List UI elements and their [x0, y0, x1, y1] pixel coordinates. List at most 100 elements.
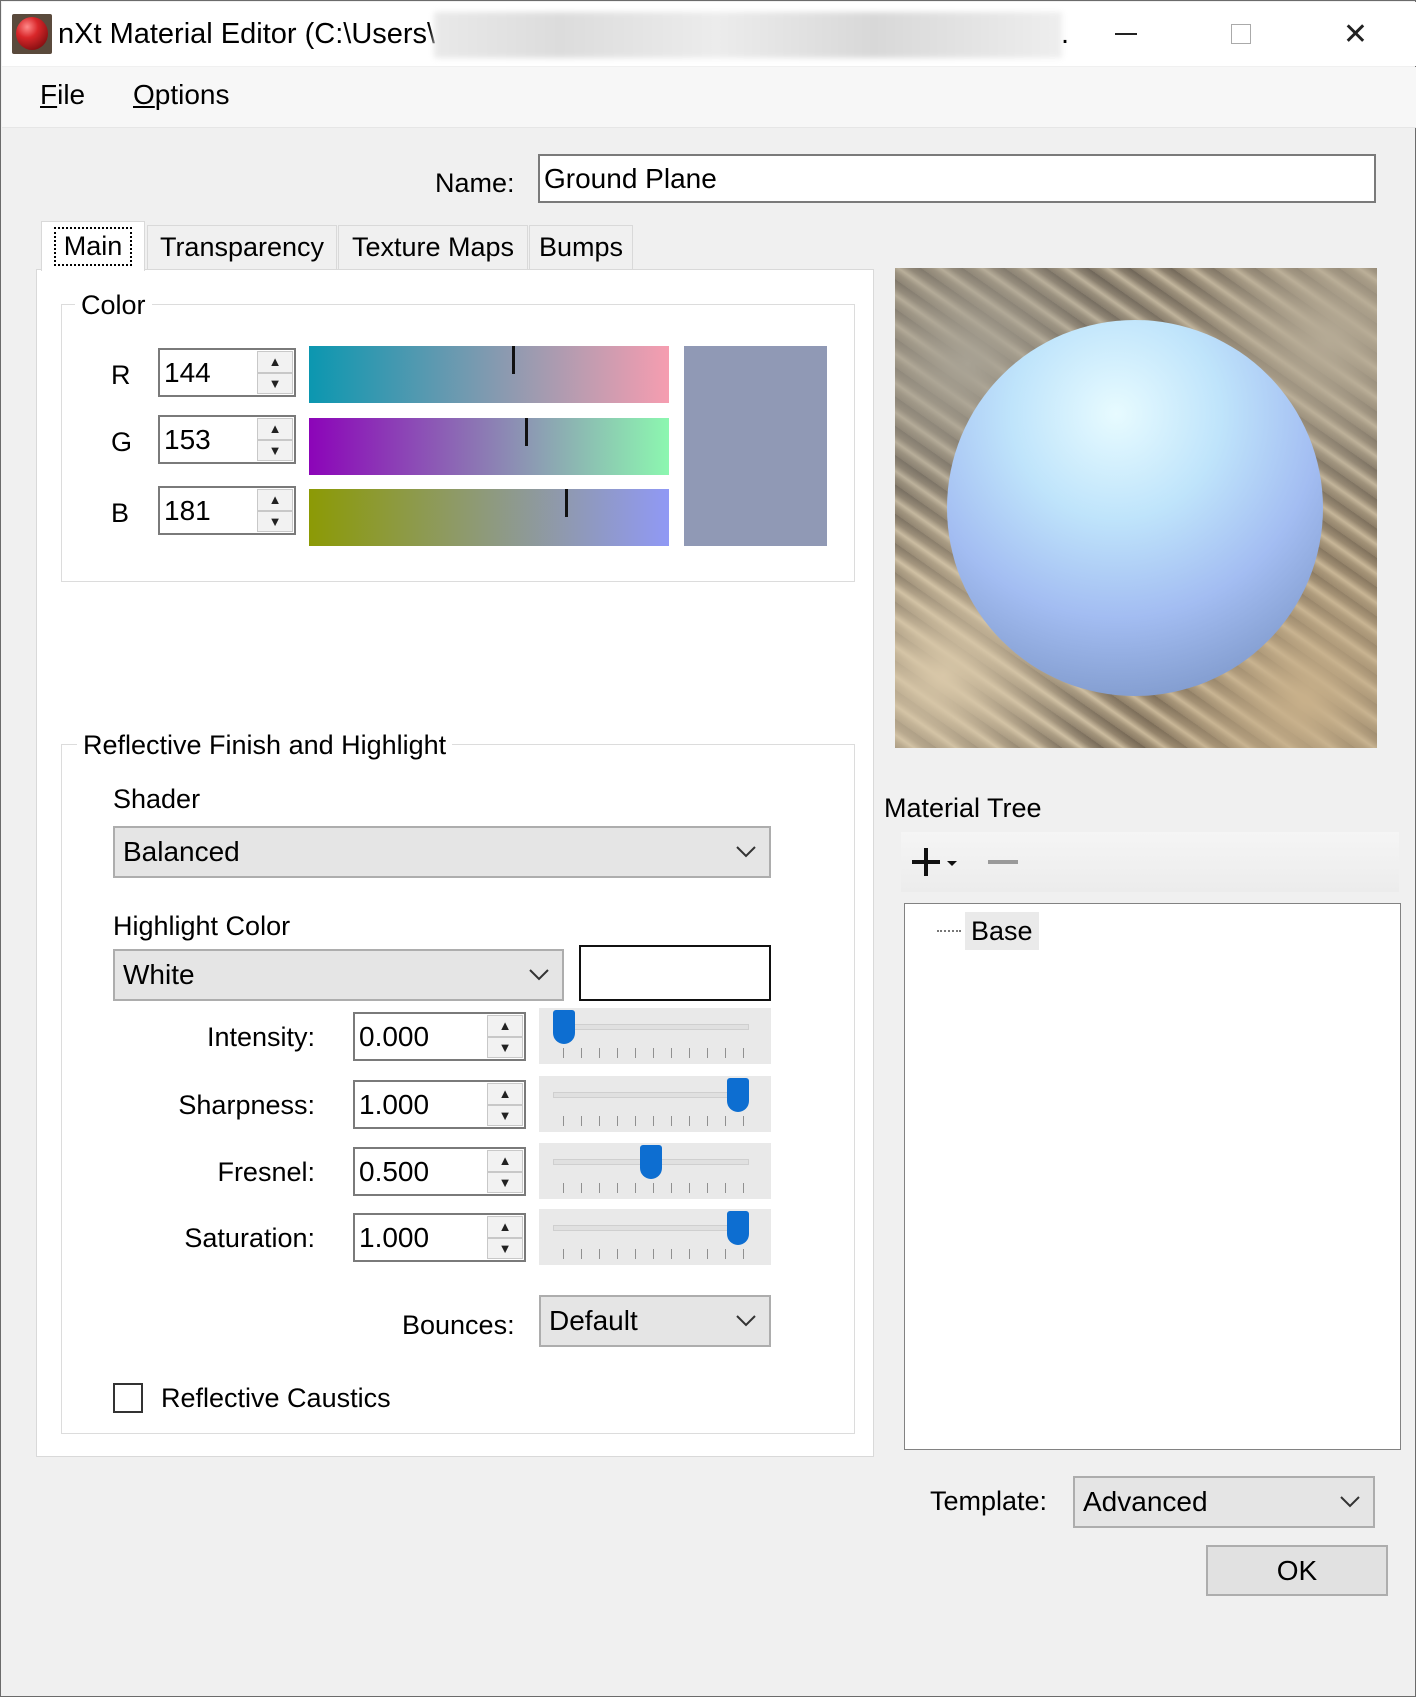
fresnel-ticks	[563, 1183, 759, 1193]
spin-down-icon[interactable]: ▼	[257, 510, 293, 532]
menu-options[interactable]: Options	[133, 79, 230, 111]
chevron-down-icon	[1339, 1478, 1361, 1526]
spin-down-icon[interactable]: ▼	[257, 372, 293, 394]
remove-layer-button[interactable]	[985, 842, 1021, 882]
intensity-track	[553, 1024, 749, 1030]
spin-down-icon[interactable]: ▼	[257, 439, 293, 461]
shader-dropdown[interactable]: Balanced	[113, 826, 771, 878]
spin-up-icon[interactable]: ▲	[257, 351, 293, 373]
b-spinner[interactable]: 181 ▲ ▼	[158, 486, 296, 535]
fresnel-slider[interactable]	[539, 1143, 771, 1199]
r-value: 144	[164, 356, 211, 388]
bounces-dropdown[interactable]: Default	[539, 1295, 771, 1347]
spin-down-icon[interactable]: ▼	[487, 1171, 523, 1193]
intensity-slider[interactable]	[539, 1008, 771, 1064]
main-tab-panel: Color R 144 ▲ ▼ G 153 ▲ ▼ B 181 ▲ ▼ Refl…	[36, 269, 874, 1457]
saturation-track	[553, 1225, 749, 1231]
r-marker[interactable]	[512, 346, 515, 374]
material-editor-window: nXt Material Editor (C:\Users\ . ✕ File …	[0, 0, 1416, 1697]
spin-up-icon[interactable]: ▲	[257, 418, 293, 440]
ok-button[interactable]: OK	[1206, 1545, 1388, 1596]
sharpness-spinner[interactable]: 1.000 ▲ ▼	[353, 1080, 526, 1129]
g-marker[interactable]	[525, 418, 528, 446]
shader-label: Shader	[113, 784, 201, 814]
reflective-caustics-checkbox[interactable]	[113, 1383, 143, 1413]
sharpness-ticks	[563, 1116, 759, 1126]
highlight-color-swatch[interactable]	[579, 945, 771, 1001]
color-group-title: Color	[75, 290, 152, 321]
r-spinner[interactable]: 144 ▲ ▼	[158, 348, 296, 397]
sharpness-track	[553, 1092, 749, 1098]
spin-down-icon[interactable]: ▼	[487, 1104, 523, 1126]
spin-down-icon[interactable]: ▼	[487, 1036, 523, 1058]
intensity-spinner[interactable]: 0.000 ▲ ▼	[353, 1012, 526, 1061]
saturation-thumb[interactable]	[727, 1211, 749, 1245]
sharpness-label: Sharpness:	[178, 1090, 315, 1120]
bounces-label: Bounces:	[402, 1310, 515, 1340]
material-tree[interactable]: Base	[904, 903, 1401, 1450]
tree-connector	[937, 930, 961, 932]
fresnel-thumb[interactable]	[640, 1145, 662, 1179]
tree-item-base[interactable]: Base	[965, 912, 1039, 950]
spin-up-icon[interactable]: ▲	[487, 1216, 523, 1238]
reflective-caustics-label: Reflective Caustics	[161, 1383, 391, 1413]
add-layer-button[interactable]	[911, 842, 965, 882]
spin-up-icon[interactable]: ▲	[257, 489, 293, 511]
title-bar: nXt Material Editor (C:\Users\ . ✕	[2, 2, 1416, 66]
tab-bumps-label: Bumps	[538, 232, 624, 262]
intensity-ticks	[563, 1048, 759, 1058]
fresnel-spinner[interactable]: 0.500 ▲ ▼	[353, 1147, 526, 1196]
minimize-icon	[1114, 33, 1137, 35]
plus-icon	[912, 848, 957, 876]
color-swatch[interactable]	[684, 346, 827, 546]
tab-transparency[interactable]: Transparency	[147, 225, 337, 269]
b-gradient-slider[interactable]	[309, 489, 669, 546]
spin-up-icon[interactable]: ▲	[487, 1083, 523, 1105]
highlight-color-dropdown[interactable]: White	[113, 949, 564, 1001]
spin-down-icon[interactable]: ▼	[487, 1237, 523, 1259]
g-spinner[interactable]: 153 ▲ ▼	[158, 415, 296, 464]
menu-options-label: ptions	[154, 79, 230, 110]
saturation-value: 1.000	[359, 1221, 430, 1253]
material-tree-label: Material Tree	[884, 793, 1042, 823]
intensity-thumb[interactable]	[553, 1010, 575, 1044]
template-dropdown[interactable]: Advanced	[1073, 1476, 1375, 1528]
minimize-button[interactable]	[1068, 3, 1183, 65]
g-label: G	[111, 427, 133, 457]
spin-up-icon[interactable]: ▲	[487, 1150, 523, 1172]
g-gradient-slider[interactable]	[309, 418, 669, 475]
name-input[interactable]: Ground Plane	[538, 154, 1376, 203]
reflective-group-title: Reflective Finish and Highlight	[77, 730, 453, 761]
spin-up-icon[interactable]: ▲	[487, 1015, 523, 1037]
close-button[interactable]: ✕	[1298, 3, 1413, 65]
tab-main-label: Main	[53, 227, 133, 266]
tab-main[interactable]: Main	[41, 221, 145, 271]
sharpness-value: 1.000	[359, 1088, 430, 1120]
saturation-slider[interactable]	[539, 1209, 771, 1265]
intensity-value: 0.000	[359, 1020, 430, 1052]
shader-value: Balanced	[123, 836, 240, 867]
maximize-button[interactable]	[1183, 3, 1298, 65]
sharpness-thumb[interactable]	[727, 1078, 749, 1112]
tab-texture-maps-label: Texture Maps	[351, 232, 515, 262]
tab-transparency-label: Transparency	[159, 232, 325, 262]
b-marker[interactable]	[565, 489, 568, 517]
menu-file[interactable]: File	[40, 79, 85, 111]
material-tree-toolbar	[901, 832, 1399, 892]
highlight-color-label: Highlight Color	[113, 911, 291, 941]
b-label: B	[111, 498, 130, 528]
b-value: 181	[164, 494, 211, 526]
fresnel-value: 0.500	[359, 1155, 430, 1187]
g-value: 153	[164, 423, 211, 455]
redacted-path	[434, 12, 1062, 58]
r-gradient-slider[interactable]	[309, 346, 669, 403]
sharpness-slider[interactable]	[539, 1076, 771, 1132]
saturation-ticks	[563, 1249, 759, 1259]
material-preview	[895, 268, 1377, 748]
menu-options-mnemonic: O	[133, 79, 155, 110]
saturation-spinner[interactable]: 1.000 ▲ ▼	[353, 1213, 526, 1262]
tab-bumps[interactable]: Bumps	[529, 225, 633, 269]
name-label: Name:	[435, 168, 515, 198]
preview-sphere	[947, 320, 1323, 696]
tab-texture-maps[interactable]: Texture Maps	[338, 225, 528, 269]
